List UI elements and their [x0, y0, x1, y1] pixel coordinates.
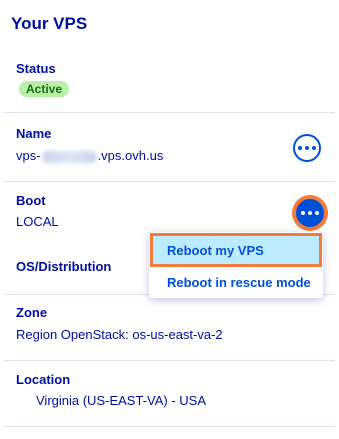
- status-section: Status Active: [0, 50, 339, 113]
- name-prefix: vps-: [16, 148, 41, 163]
- os-label: OS/Distribution: [16, 259, 112, 274]
- location-value: Virginia (US-EAST-VA) - USA: [36, 393, 207, 408]
- location-label: Location: [16, 372, 71, 387]
- location-section: Location Virginia (US-EAST-VA) - USA: [0, 361, 339, 427]
- ellipsis-icon: [298, 146, 316, 150]
- name-section: Name vps- .vps.ovh.us: [0, 113, 339, 182]
- zone-section: Zone Region OpenStack: os-us-east-va-2: [0, 295, 339, 361]
- zone-value: Region OpenStack: os-us-east-va-2: [16, 327, 223, 342]
- status-badge: Active: [19, 81, 70, 97]
- name-value: vps- .vps.ovh.us: [16, 148, 163, 163]
- boot-value: LOCAL: [16, 214, 59, 229]
- name-actions-button[interactable]: [293, 134, 321, 162]
- ellipsis-icon: [301, 211, 319, 215]
- boot-actions-button[interactable]: [296, 199, 324, 227]
- redacted-text: [41, 150, 97, 163]
- boot-label: Boot: [16, 193, 46, 208]
- panel-title: Your VPS: [11, 14, 88, 33]
- status-label: Status: [16, 61, 56, 76]
- boot-actions-menu: Reboot my VPS Reboot in rescue mode: [149, 232, 323, 298]
- reboot-vps-menu-item[interactable]: Reboot my VPS: [150, 233, 322, 267]
- zone-label: Zone: [16, 305, 48, 320]
- name-suffix: .vps.ovh.us: [97, 148, 164, 163]
- name-label: Name: [16, 126, 52, 141]
- reboot-rescue-menu-item[interactable]: Reboot in rescue mode: [149, 267, 323, 297]
